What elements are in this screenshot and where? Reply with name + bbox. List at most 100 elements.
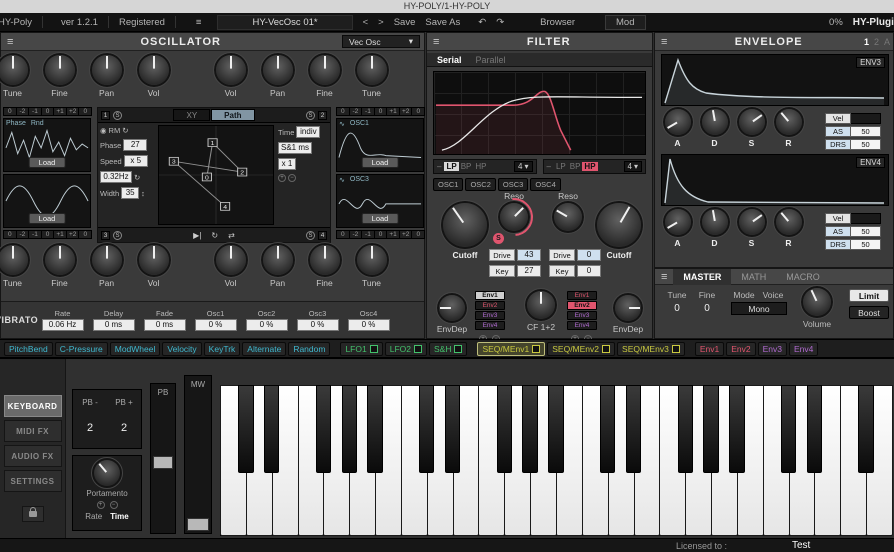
osc-top-fine-knob-6[interactable] — [306, 52, 343, 88]
black-key[interactable] — [444, 385, 461, 473]
mod-source-env4[interactable]: Env4 — [788, 341, 819, 356]
redo-icon[interactable]: ↷ — [496, 17, 504, 28]
plus-icon[interactable]: + — [96, 501, 105, 509]
folder-icon[interactable] — [532, 344, 541, 353]
pitch-cell-4[interactable]: +1 — [386, 230, 400, 239]
envdep2-env2-button[interactable]: Env2 — [567, 301, 597, 310]
filter-osc3-button[interactable]: OSC3 — [497, 178, 529, 191]
width-range-icon[interactable]: ↕ — [141, 189, 145, 198]
folder-icon[interactable] — [602, 344, 611, 353]
drive1-value[interactable]: 43 — [517, 249, 541, 261]
routing-tab-serial[interactable]: Serial — [437, 55, 462, 65]
pitch-cell-2[interactable]: -1 — [361, 107, 375, 116]
pitch-cell-2[interactable]: -1 — [361, 230, 375, 239]
folder-icon[interactable] — [454, 344, 463, 353]
env4-drs-value[interactable]: 50 — [851, 239, 881, 250]
env3-a-knob[interactable] — [661, 106, 694, 138]
black-key[interactable] — [780, 385, 797, 473]
env3-s-knob[interactable] — [735, 106, 768, 138]
pad-loop-icon[interactable]: ↻ — [211, 231, 218, 240]
pitch-cell-6[interactable]: 0 — [411, 107, 426, 116]
env4-s-knob[interactable] — [735, 206, 768, 238]
black-key[interactable] — [599, 385, 616, 473]
reso1-knob[interactable] — [487, 190, 541, 244]
voice-mode-value[interactable]: Mono — [731, 302, 787, 315]
pad-pingpong-icon[interactable]: ⇄ — [228, 231, 235, 240]
osc2-load-button[interactable]: Load — [28, 213, 66, 224]
pb-slider-cap[interactable] — [153, 455, 173, 469]
pad-plus-icon[interactable]: + — [278, 174, 286, 182]
pitch-cell-5[interactable]: +2 — [398, 107, 413, 116]
pb-minus-value[interactable]: 2 — [87, 422, 93, 449]
sidebar-item-midi-fx[interactable]: MIDI FX — [3, 420, 62, 442]
osc3-load-button[interactable]: Load — [361, 157, 399, 168]
pitch-cell-5[interactable]: +2 — [65, 230, 80, 239]
sidebar-item-keyboard[interactable]: KEYBOARD — [3, 395, 62, 417]
cf-knob[interactable] — [524, 288, 558, 322]
filter1-type-lp[interactable]: LP — [444, 162, 459, 171]
envdep1-knob[interactable] — [436, 292, 468, 324]
rm-loop-icon[interactable]: ↻ — [122, 126, 128, 135]
black-key[interactable] — [677, 385, 693, 473]
envelope-page-1[interactable]: 1 — [864, 37, 869, 47]
pitch-cell-1[interactable]: -2 — [15, 107, 30, 116]
envdep1-env2-button[interactable]: Env2 — [475, 301, 505, 310]
pitch-cell-0[interactable]: 0 — [336, 107, 350, 116]
pitch-cell-3[interactable]: 0 — [40, 107, 55, 116]
modwheel-slider[interactable]: MW — [184, 375, 212, 534]
pitch-cell-4[interactable]: +1 — [53, 107, 67, 116]
vibrato-osc3-value[interactable]: 0 % — [296, 319, 339, 331]
black-key[interactable] — [806, 385, 823, 473]
mod-source-env3[interactable]: Env3 — [757, 341, 787, 356]
folder-icon[interactable] — [369, 344, 378, 353]
osc2-wave-panel[interactable]: Load — [3, 174, 91, 228]
pad-tab-xy[interactable]: XY — [173, 109, 211, 121]
mod-source-seq-menv3[interactable]: SEQ/MEnv3 — [617, 341, 685, 356]
mod-source-pitchbend[interactable]: PitchBend — [4, 341, 53, 356]
save-as-button[interactable]: Save As — [425, 17, 460, 28]
phase-value[interactable]: 27 — [123, 139, 148, 151]
mod-source-modwheel[interactable]: ModWheel — [109, 341, 161, 356]
osc-bottom-vol-knob-4[interactable] — [212, 242, 249, 278]
env4-vel-value[interactable] — [851, 213, 881, 224]
envdep1-env1-button[interactable]: Env1 — [475, 291, 505, 300]
boost-button[interactable]: Boost — [849, 306, 889, 319]
mult-value[interactable]: x 1 — [278, 158, 296, 170]
vibrato-osc4-value[interactable]: 0 % — [347, 319, 390, 331]
osc-bottom-fine-knob-1[interactable] — [41, 242, 78, 278]
pad-solo-3[interactable]: S — [113, 230, 122, 240]
pitch-cell-0[interactable]: 0 — [3, 107, 17, 116]
filter1-type-bp[interactable]: BP — [459, 162, 474, 171]
osc-bottom-fine-knob-6[interactable] — [306, 242, 343, 278]
pitch-cell-2[interactable]: -1 — [28, 230, 42, 239]
envelope-page-2[interactable]: 2 — [874, 37, 879, 47]
preset-next-button[interactable]: > — [378, 17, 384, 28]
env3-vel-value[interactable] — [851, 113, 881, 124]
sidebar-item-settings[interactable]: SETTINGS — [3, 470, 62, 492]
pitch-cell-0[interactable]: 0 — [3, 230, 17, 239]
sidebar-item-audio-fx[interactable]: AUDIO FX — [3, 445, 62, 467]
filter-osc4-button[interactable]: OSC4 — [530, 178, 561, 191]
pb-plus-value[interactable]: 2 — [121, 422, 127, 449]
black-key[interactable] — [729, 385, 745, 473]
filter-response-display[interactable] — [433, 71, 646, 155]
osc4-load-button[interactable]: Load — [361, 213, 399, 224]
pitch-cell-6[interactable]: 0 — [411, 230, 426, 239]
envelope-menu-icon[interactable]: ≡ — [655, 36, 673, 48]
env4-as-value[interactable]: 50 — [851, 226, 881, 237]
folder-icon[interactable] — [671, 344, 680, 353]
pitch-cell-1[interactable]: -2 — [348, 230, 363, 239]
env4-a-knob[interactable] — [661, 206, 694, 238]
osc-top-vol-knob-3[interactable] — [135, 52, 172, 88]
preset-name[interactable]: HY-VecOsc 01* — [217, 14, 353, 30]
osc3-wave-panel[interactable]: ∿ OSC1 Load — [336, 118, 424, 172]
mod-button[interactable]: Mod — [605, 14, 646, 30]
reso2-knob[interactable] — [551, 200, 585, 234]
pitch-cell-4[interactable]: +1 — [53, 230, 67, 239]
filter-osc2-button[interactable]: OSC2 — [465, 178, 496, 191]
filter-menu-icon[interactable]: ≡ — [427, 36, 445, 48]
osc-bottom-tune-knob-0[interactable] — [0, 242, 31, 278]
pitch-cell-4[interactable]: +1 — [386, 107, 400, 116]
routing-tab-parallel[interactable]: Parallel — [476, 55, 506, 65]
osc-mode-dropdown[interactable]: Vec Osc ▾ — [342, 35, 420, 48]
